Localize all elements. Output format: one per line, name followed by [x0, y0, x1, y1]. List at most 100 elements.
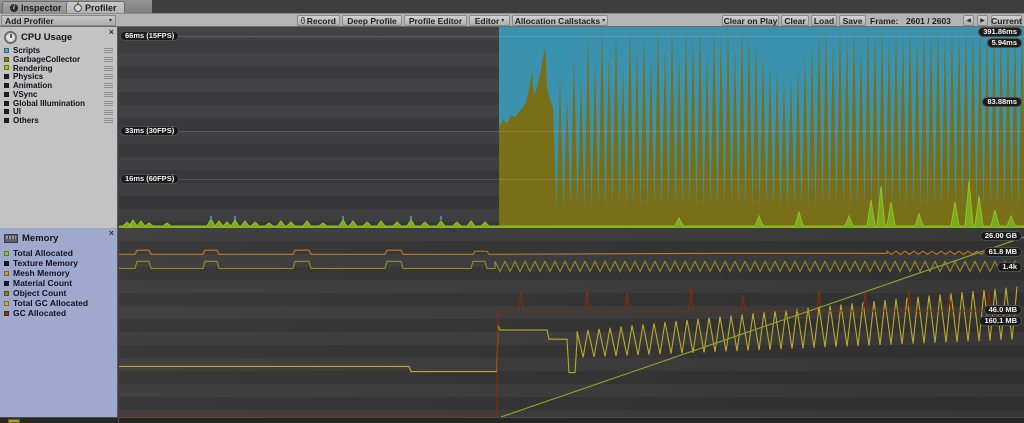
scripts-tick: [234, 216, 236, 220]
legend-color-chip: [4, 109, 9, 115]
chevron-down-icon: ▾: [501, 18, 505, 24]
legend-label: Rendering: [13, 63, 53, 73]
save-button[interactable]: Save: [839, 15, 866, 26]
legend-item-mesh-memory[interactable]: Mesh Memory: [4, 268, 115, 278]
legend-item-physics[interactable]: Physics: [4, 72, 115, 81]
scripts-tick: [440, 216, 442, 220]
legend-color-chip: [4, 310, 9, 316]
total_allocated-line: [500, 236, 1024, 417]
gc_allocated-line: [119, 286, 1024, 417]
allocation-callstacks-dropdown[interactable]: Allocation Callstacks ▾: [512, 15, 608, 26]
legend-item-rendering[interactable]: Rendering: [4, 64, 115, 73]
drag-handle-icon[interactable]: [104, 118, 113, 124]
legend-item-object-count[interactable]: Object Count: [4, 288, 115, 298]
legend-item-total-gc-allocated[interactable]: Total GC Allocated: [4, 298, 115, 308]
close-icon[interactable]: ×: [109, 28, 114, 37]
tab-profiler-label: Profiler: [85, 2, 117, 13]
cpu-usage-chart[interactable]: 66ms (15FPS) 33ms (30FPS) 16ms (60FPS) 391.…: [119, 27, 1024, 228]
axis-label: 66ms (15FPS): [120, 31, 180, 41]
frame-label: Frame:: [870, 16, 899, 26]
value-label: 83.88ms: [982, 97, 1022, 107]
value-label: 391.86ms: [978, 27, 1022, 37]
drag-handle-icon[interactable]: [104, 83, 113, 89]
memory-chart[interactable]: 26.00 GB 61.8 MB 1.4k 46.0 MB 160.1 MB: [119, 228, 1024, 417]
legend-item-animation[interactable]: Animation: [4, 81, 115, 90]
arrow-right-icon: ▶: [980, 18, 985, 24]
drag-handle-icon[interactable]: [104, 100, 113, 106]
legend-item-others[interactable]: Others: [4, 116, 115, 125]
drag-handle-icon[interactable]: [104, 48, 113, 53]
legend-color-chip: [4, 100, 9, 106]
legend-label: Animation: [13, 81, 53, 91]
tab-inspector-label: Inspector: [21, 2, 62, 13]
next-frame-button[interactable]: ▶: [977, 15, 988, 26]
legend-item-material-count[interactable]: Material Count: [4, 278, 115, 288]
legend-item-total-allocated[interactable]: Total Allocated: [4, 248, 115, 258]
current-frame-button[interactable]: Current: [991, 15, 1022, 26]
previous-frame-button[interactable]: ◀: [963, 15, 974, 26]
editor-dropdown[interactable]: Editor ▾: [469, 15, 510, 26]
cpu-usage-title: CPU Usage: [21, 31, 73, 43]
frame-counter: 2601 / 2603: [906, 16, 951, 26]
legend-color-chip: [4, 74, 9, 80]
drag-handle-icon[interactable]: [104, 56, 113, 62]
gridline: [119, 179, 1024, 180]
legend-label: Others: [13, 116, 39, 126]
deep-profile-button[interactable]: Deep Profile: [342, 15, 402, 26]
axis-label: 16ms (60FPS): [120, 174, 180, 184]
memory-panel: Memory × Total Allocated Texture Memory Me…: [0, 228, 118, 417]
value-label: 26.00 GB: [979, 231, 1022, 241]
record-label: Record: [306, 15, 336, 26]
arrow-left-icon: ◀: [966, 18, 971, 24]
profiler-stopwatch-icon: [74, 1, 82, 12]
legend-color-chip: [4, 56, 9, 62]
legend-item-ui[interactable]: UI: [4, 107, 115, 117]
legend-item-scripts[interactable]: Scripts: [4, 46, 115, 55]
drag-handle-icon[interactable]: [104, 109, 113, 115]
legend-item-texture-memory[interactable]: Texture Memory: [4, 258, 115, 268]
memory-header: Memory ×: [0, 228, 117, 246]
record-button[interactable]: Record: [297, 15, 340, 26]
legend-color-chip: [4, 300, 9, 306]
profiler-toolbar: Add Profiler ▾ Record Deep Profile Profi…: [0, 13, 1024, 27]
profile-editor-button[interactable]: Profile Editor: [404, 15, 467, 26]
legend-item-gc-allocated[interactable]: GC Allocated: [4, 308, 115, 318]
legend-color-chip: [4, 260, 9, 266]
legend-item-garbagecollector[interactable]: GarbageCollector: [4, 55, 115, 64]
add-profiler-label: Add Profiler: [5, 15, 54, 26]
drag-handle-icon[interactable]: [104, 65, 113, 71]
cpu-usage-icon: [4, 30, 17, 44]
allocation-callstacks-label: Allocation Callstacks: [514, 15, 601, 26]
legend-color-chip: [4, 270, 9, 276]
legend-label: GarbageCollector: [13, 54, 81, 64]
drag-handle-icon[interactable]: [104, 91, 113, 97]
cpu-usage-panel: CPU Usage × Scripts GarbageCollector Rende…: [0, 27, 118, 228]
memory-icon: [4, 233, 18, 243]
legend-label: Total GC Allocated: [13, 298, 89, 308]
legend-label: Texture Memory: [13, 258, 79, 268]
legend-color-chip: [4, 83, 9, 89]
memory-legend: Total Allocated Texture Memory Mesh Memory…: [4, 248, 115, 318]
mesh_memory-line: [119, 249, 1023, 255]
editor-label: Editor: [474, 15, 500, 26]
record-icon: [301, 17, 305, 24]
clear-on-play-button[interactable]: Clear on Play: [722, 15, 779, 26]
legend-item-vsync[interactable]: VSync: [4, 90, 115, 99]
scripts-tick: [342, 216, 344, 220]
legend-label: Total Allocated: [13, 248, 73, 258]
clear-button[interactable]: Clear: [781, 15, 809, 26]
load-button[interactable]: Load: [811, 15, 837, 26]
add-profiler-dropdown[interactable]: Add Profiler ▾: [1, 15, 116, 26]
tab-profiler[interactable]: Profiler: [66, 1, 125, 13]
legend-label: UI: [13, 107, 21, 117]
panel-divider: [118, 418, 119, 423]
tab-inspector[interactable]: i Inspector: [2, 1, 70, 13]
legend-label: Material Count: [13, 278, 73, 288]
close-icon[interactable]: ×: [109, 229, 114, 238]
drag-handle-icon[interactable]: [104, 74, 113, 80]
legend-color-chip: [4, 91, 9, 97]
legend-item-global-illumination[interactable]: Global Illumination: [4, 99, 115, 108]
inspector-icon: i: [10, 3, 18, 12]
legend-label: Scripts: [13, 45, 41, 55]
legend-color-chip: [4, 280, 9, 286]
